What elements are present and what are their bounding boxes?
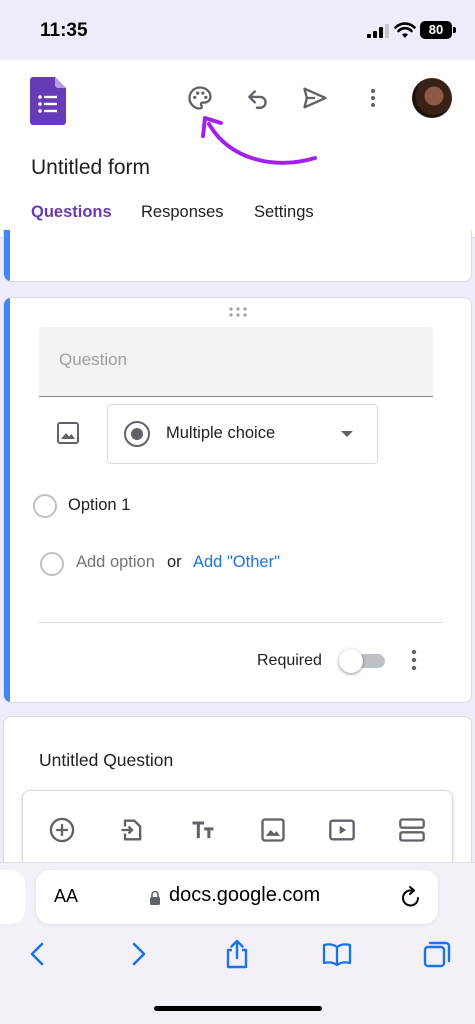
- add-image-icon[interactable]: [56, 421, 80, 445]
- forward-icon[interactable]: [122, 938, 154, 970]
- google-forms-logo-icon[interactable]: [30, 77, 66, 125]
- add-section-icon[interactable]: [398, 816, 426, 844]
- required-toggle-knob[interactable]: [339, 649, 363, 673]
- title-card[interactable]: [3, 230, 472, 282]
- card-divider: [39, 622, 443, 623]
- required-label: Required: [257, 652, 322, 669]
- add-option-radio-icon: [40, 552, 64, 576]
- add-image-toolbar-icon[interactable]: [259, 816, 287, 844]
- add-other-link[interactable]: Add "Other": [193, 553, 280, 572]
- question-type-label: Multiple choice: [166, 424, 276, 442]
- question-placeholder: Question: [59, 350, 128, 369]
- cellular-signal-icon: [367, 24, 389, 38]
- back-icon[interactable]: [22, 938, 54, 970]
- option-1-input[interactable]: Option 1: [68, 496, 130, 515]
- add-question-icon[interactable]: [48, 816, 76, 844]
- question-more-icon[interactable]: [404, 647, 424, 673]
- bookmarks-icon[interactable]: [321, 938, 353, 970]
- url-text[interactable]: docs.google.com: [169, 884, 320, 907]
- previous-tab-pill[interactable]: [0, 870, 25, 924]
- card-accent-bar: [4, 230, 10, 281]
- tabs-icon[interactable]: [421, 938, 453, 970]
- add-title-icon[interactable]: [189, 816, 217, 844]
- or-text: or: [167, 553, 182, 571]
- drag-handle-icon[interactable]: [228, 306, 248, 318]
- more-vert-icon[interactable]: [357, 82, 389, 114]
- import-questions-icon[interactable]: [118, 816, 146, 844]
- annotation-arrow: [201, 116, 317, 165]
- reload-icon[interactable]: [400, 885, 422, 909]
- next-question-title[interactable]: Untitled Question: [39, 750, 173, 771]
- wifi-icon: [394, 22, 416, 38]
- question-toolbar: [22, 790, 453, 870]
- option-radio-icon: [33, 494, 57, 518]
- card-accent-bar: [4, 298, 10, 702]
- dropdown-arrow-icon: [341, 431, 353, 437]
- add-video-icon[interactable]: [328, 816, 356, 844]
- status-time: 11:35: [40, 20, 88, 41]
- form-title[interactable]: Untitled form: [31, 156, 150, 180]
- home-indicator: [154, 1006, 322, 1011]
- lock-icon: [150, 890, 160, 905]
- share-icon[interactable]: [221, 938, 253, 970]
- tab-responses[interactable]: Responses: [141, 203, 224, 222]
- tab-settings[interactable]: Settings: [254, 203, 314, 222]
- avatar[interactable]: [412, 78, 452, 118]
- tab-questions[interactable]: Questions: [31, 203, 112, 222]
- add-option-link[interactable]: Add option: [76, 553, 155, 572]
- battery-indicator: 80: [420, 21, 456, 39]
- reader-settings-button[interactable]: AA: [54, 886, 78, 907]
- radio-button-icon: [124, 421, 150, 447]
